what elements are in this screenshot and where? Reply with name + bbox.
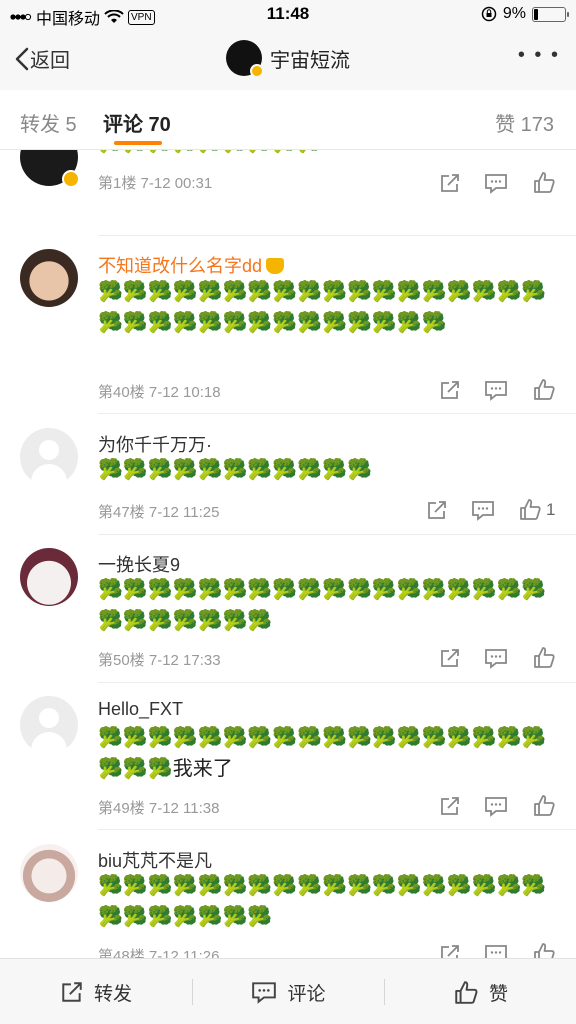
- avatar[interactable]: [20, 249, 78, 307]
- like-icon: [455, 981, 478, 1004]
- comment-icon[interactable]: [470, 497, 496, 523]
- comment-username[interactable]: 一挽长夏9: [98, 551, 180, 577]
- comment-meta: 第48楼 7-12 11:26: [98, 948, 220, 958]
- verified-badge-icon: [250, 64, 264, 78]
- comment-text: 🥦🥦🥦🥦🥦🥦🥦🥦🥦🥦🥦🥦🥦🥦🥦🥦🥦🥦🥦🥦🥦🥦🥦🥦🥦: [98, 875, 547, 928]
- like-label: 赞: [488, 983, 508, 1005]
- crown-icon: [266, 258, 285, 274]
- comment-meta: 第49楼 7-12 11:38: [98, 800, 220, 817]
- repost-icon[interactable]: [437, 793, 463, 819]
- comment-list[interactable]: 🥦🥦🥦🥦🥦🥦🥦🥦🥦！！！！ 第1楼 7-12 00:31 不知道改什么名字dd …: [0, 150, 576, 958]
- battery-icon: [532, 6, 569, 22]
- comment-icon[interactable]: [483, 377, 509, 403]
- repost-icon[interactable]: [437, 377, 463, 403]
- divider: [98, 682, 576, 683]
- battery-percent: 9%: [502, 5, 526, 22]
- nav-title-group[interactable]: 宇宙短流: [0, 40, 576, 78]
- avatar[interactable]: [20, 844, 78, 902]
- comment-text: 🥦🥦🥦🥦🥦🥦🥦🥦🥦🥦🥦🥦🥦🥦🥦🥦🥦🥦🥦🥦🥦我来了: [98, 727, 547, 780]
- like-icon[interactable]: [531, 169, 557, 195]
- username-text: 不知道改什么名字dd: [98, 256, 263, 276]
- rotation-lock-icon: [481, 6, 497, 22]
- divider: [98, 235, 576, 236]
- divider: [98, 829, 576, 830]
- comment-username[interactable]: Hello_FXT: [98, 699, 183, 720]
- comment-username[interactable]: 不知道改什么名字dd: [98, 252, 285, 278]
- comment-icon[interactable]: [483, 941, 509, 958]
- repost-button[interactable]: 转发: [0, 959, 192, 1024]
- active-tab-indicator: [114, 141, 162, 145]
- bottom-action-bar: 转发 评论 赞: [0, 958, 576, 1024]
- repost-icon: [62, 982, 82, 1002]
- tab-repost[interactable]: 转发 5: [20, 108, 77, 137]
- more-icon[interactable]: • • •: [518, 44, 560, 67]
- nav-bar: 返回 宇宙短流 • • •: [0, 30, 576, 90]
- comment-username[interactable]: 为你千千万万·: [98, 431, 212, 457]
- avatar[interactable]: [20, 548, 78, 606]
- avatar[interactable]: [20, 696, 78, 754]
- status-bar: 中国移动 VPN 11:48 9%: [0, 0, 576, 30]
- like-icon[interactable]: [531, 376, 557, 402]
- comment-text: 🥦🥦🥦🥦🥦🥦🥦🥦🥦！！！！: [98, 150, 548, 159]
- comment-icon[interactable]: [483, 793, 509, 819]
- comment-meta: 第47楼 7-12 11:25: [98, 504, 220, 521]
- comment-icon: [252, 982, 277, 1004]
- avatar[interactable]: [20, 428, 78, 486]
- divider: [98, 413, 576, 414]
- page-title: 宇宙短流: [270, 49, 350, 72]
- repost-icon[interactable]: [437, 941, 463, 958]
- verified-badge-icon: [62, 170, 80, 188]
- tab-comments[interactable]: 评论 70: [103, 108, 171, 137]
- status-right: 9%: [481, 5, 569, 23]
- comment-meta: 第40楼 7-12 10:18: [98, 384, 221, 401]
- comment-meta: 第1楼 7-12 00:31: [98, 175, 213, 192]
- like-button[interactable]: 赞: [385, 959, 576, 1024]
- comment-icon[interactable]: [483, 645, 509, 671]
- comment-meta: 第50楼 7-12 17:33: [98, 652, 221, 669]
- comment-text: 🥦🥦🥦🥦🥦🥦🥦🥦🥦🥦🥦: [98, 459, 372, 481]
- repost-label: 转发: [93, 983, 132, 1005]
- repost-icon[interactable]: [437, 170, 463, 196]
- comment-label: 评论: [287, 983, 326, 1005]
- like-count: 1: [546, 500, 556, 519]
- like-icon[interactable]: [531, 792, 557, 818]
- like-icon[interactable]: [531, 940, 557, 958]
- repost-icon[interactable]: [424, 497, 450, 523]
- account-avatar[interactable]: [226, 40, 264, 78]
- like-icon[interactable]: [517, 496, 543, 522]
- tab-likes[interactable]: 赞 173: [495, 108, 554, 137]
- comment-text: 🥦🥦🥦🥦🥦🥦🥦🥦🥦🥦🥦🥦🥦🥦🥦🥦🥦🥦🥦🥦🥦🥦🥦🥦🥦: [98, 579, 547, 632]
- comment-username[interactable]: biu芃芃不是凡: [98, 847, 212, 873]
- tabs-bar: 转发 5 评论 70 赞 173: [0, 90, 576, 150]
- like-icon[interactable]: [531, 644, 557, 670]
- repost-icon[interactable]: [437, 645, 463, 671]
- divider: [98, 534, 576, 535]
- comment-text: 🥦🥦🥦🥦🥦🥦🥦🥦🥦🥦🥦🥦🥦🥦🥦🥦🥦🥦🥦🥦🥦🥦🥦🥦🥦🥦🥦🥦🥦🥦🥦🥦: [98, 281, 547, 334]
- comment-icon[interactable]: [483, 170, 509, 196]
- comment-button[interactable]: 评论: [193, 959, 384, 1024]
